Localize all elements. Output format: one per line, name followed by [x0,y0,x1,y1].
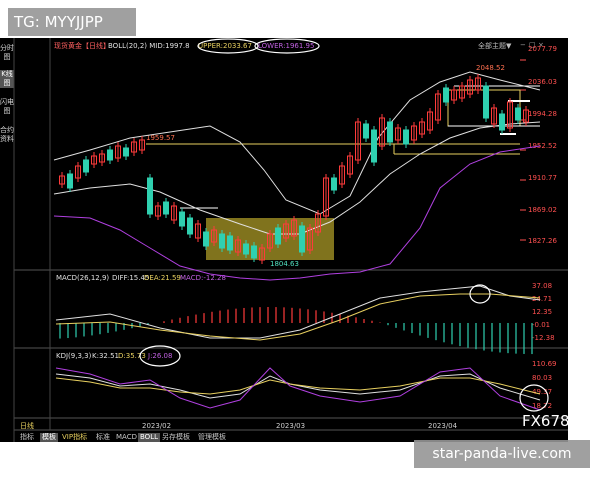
fx678-logo: FX678 [522,412,570,430]
candle-body [203,231,209,247]
candle-body [147,177,153,215]
watermark-tg: TG: MYYJJPP [8,8,136,36]
candle-body [275,227,281,245]
highlight-kdj-j [139,345,181,367]
candle-body [219,233,225,249]
candle-body [363,123,369,139]
highlight-upper [197,38,259,54]
watermark-site: star-panda-live.com [414,440,590,468]
candle-body [123,147,129,157]
candle-body [515,107,521,121]
price-chart [13,38,568,442]
candle-body [331,177,337,191]
candle-body [483,85,489,119]
candle-body [187,217,193,235]
candle-body [83,159,89,173]
candle-body [499,113,505,131]
candle-body [227,235,233,251]
candle-body [67,173,73,189]
candle-body [387,121,393,143]
candle-body [251,245,257,259]
candle-body [371,129,377,163]
candle-body [243,243,249,255]
candle-body [443,87,449,103]
candle-body [299,225,305,253]
candle-body [179,211,185,227]
candle-body [163,201,169,215]
candle-body [107,149,113,161]
chart-frame: 分时图 K线图 闪电图 合约资料 现货黄金【日线】 BOLL(20,2) MID… [0,38,568,442]
candle-body [403,129,409,145]
highlight-lower [254,38,320,54]
